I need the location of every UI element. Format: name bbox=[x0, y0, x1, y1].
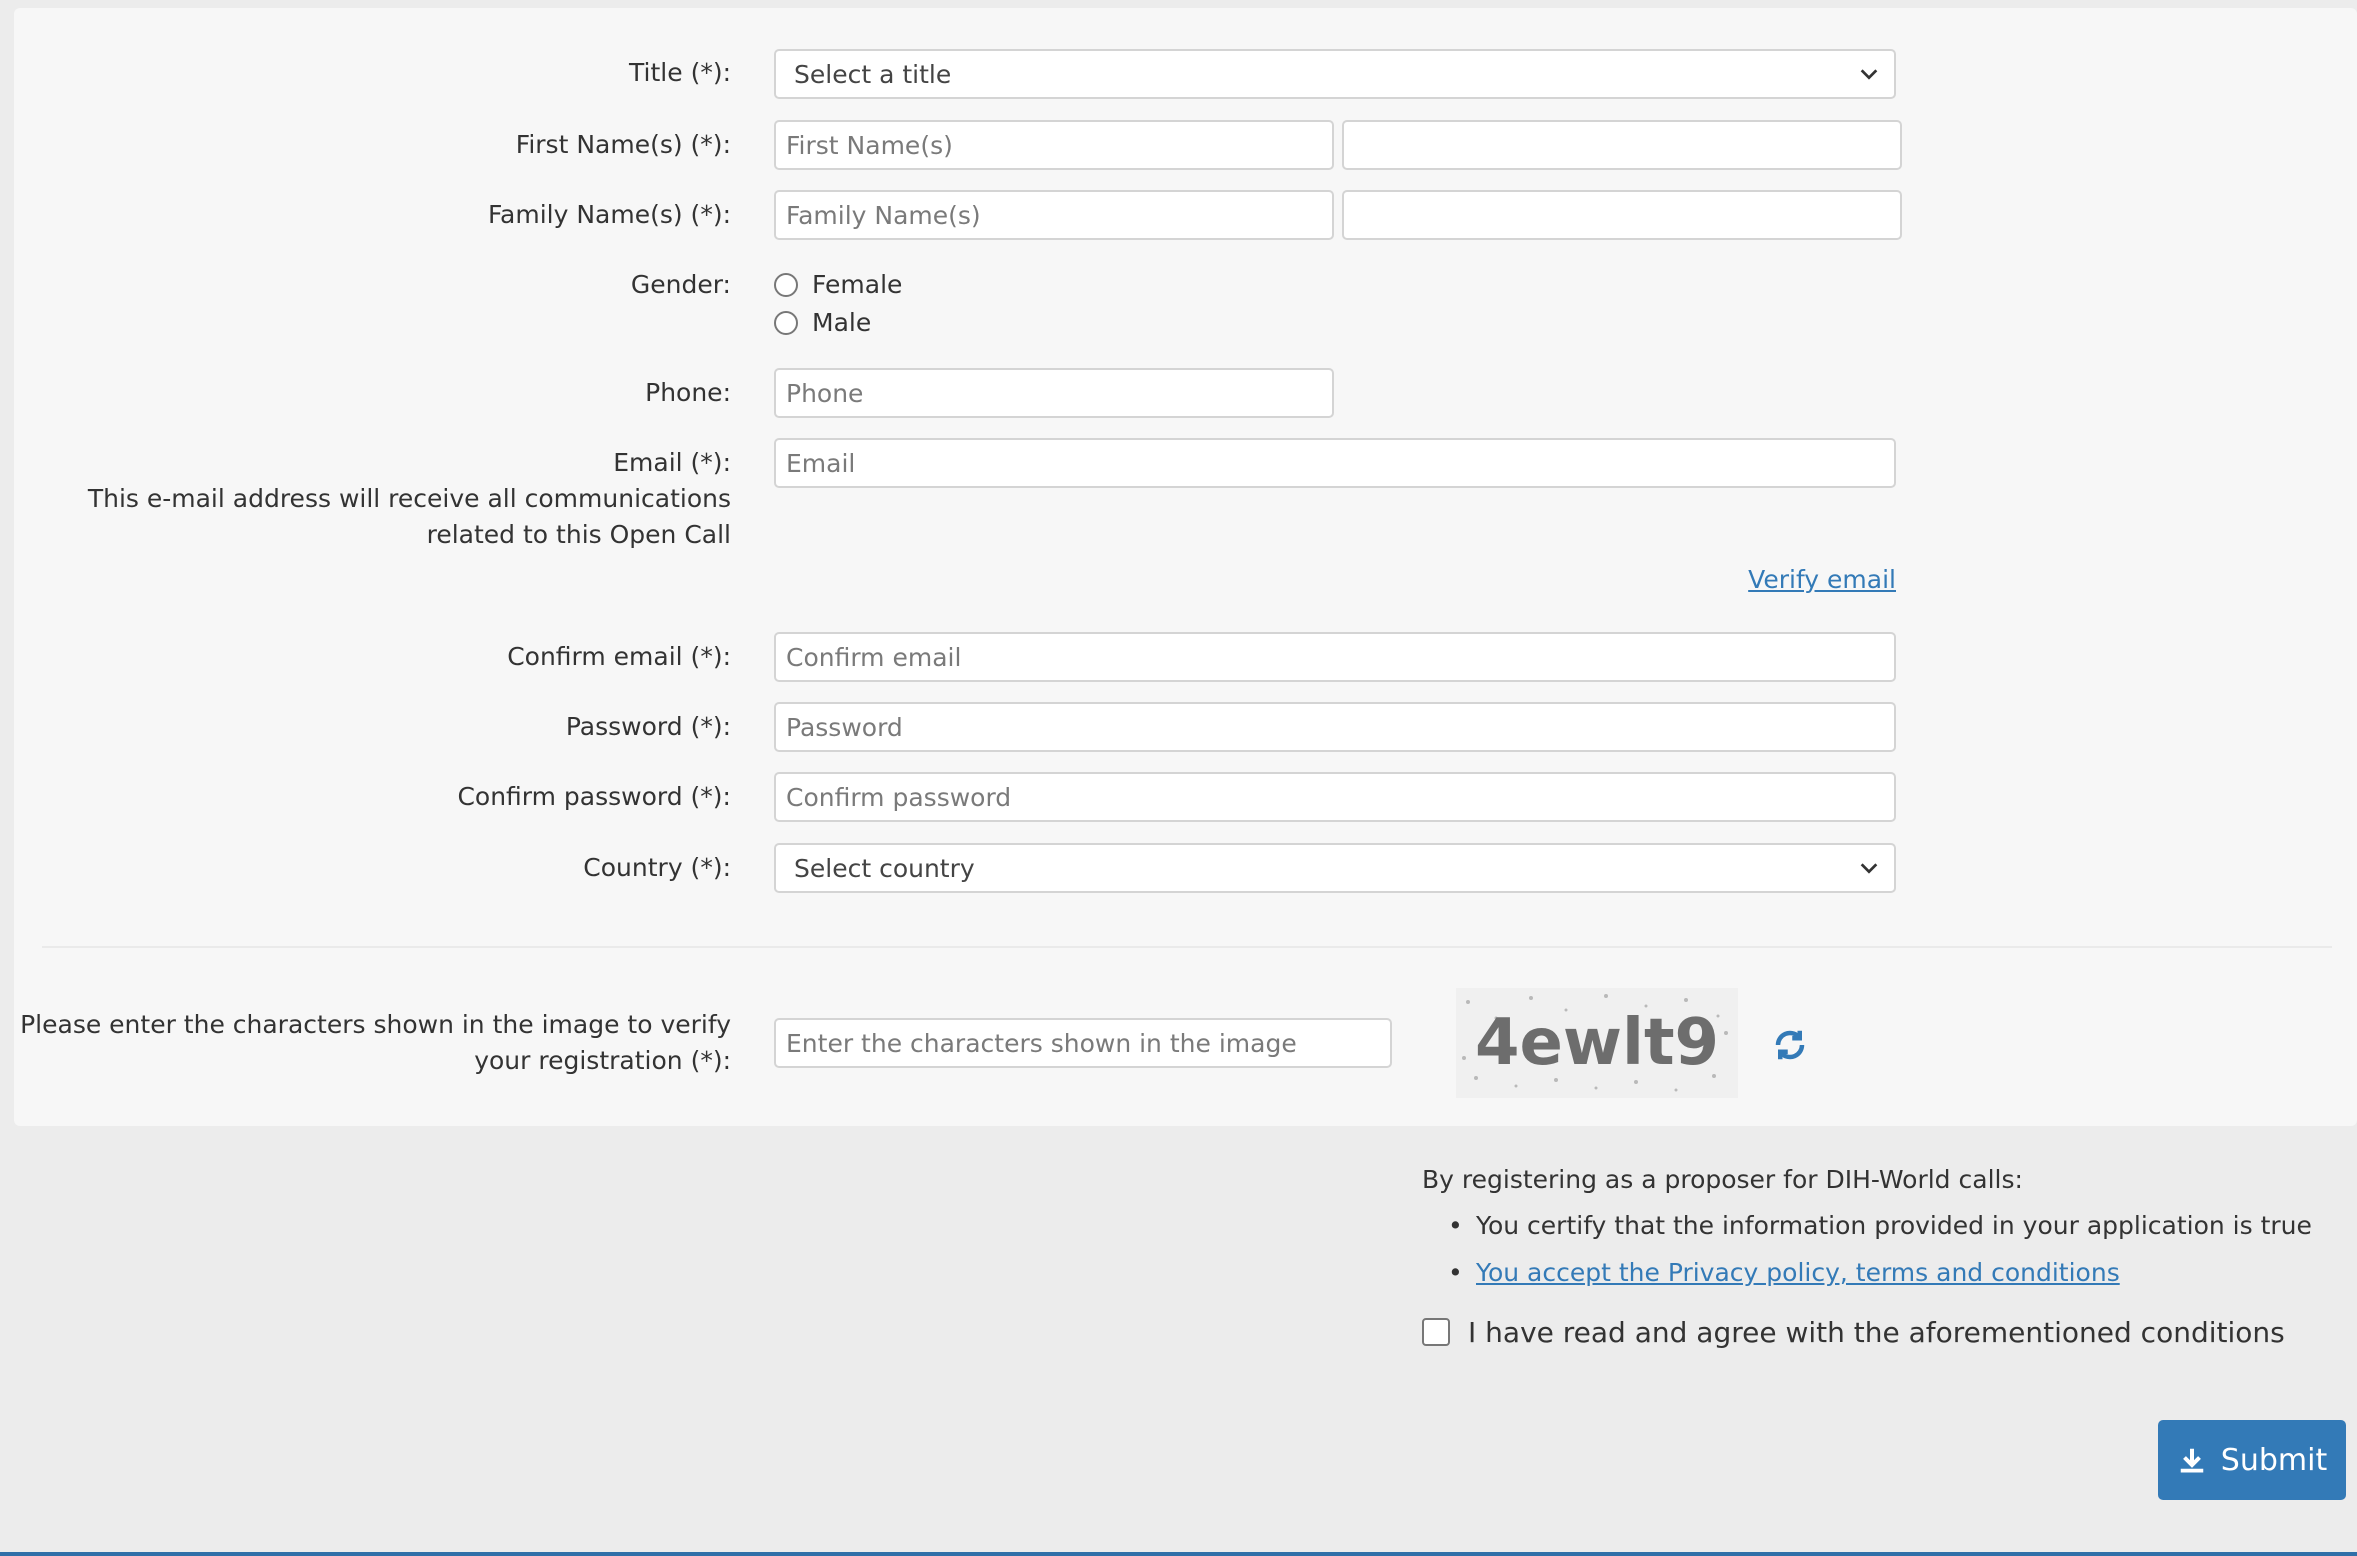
female-radio[interactable] bbox=[774, 272, 798, 297]
registration-form-panel bbox=[14, 8, 2357, 1126]
captcha-text: 4ewlt9 bbox=[1475, 1006, 1719, 1080]
chevron-down-icon bbox=[1860, 863, 1878, 874]
password-input[interactable] bbox=[774, 702, 1896, 752]
captcha-image: 4ewlt9 bbox=[1456, 988, 1738, 1098]
agree-label: I have read and agree with the aforement… bbox=[1468, 1316, 2285, 1349]
country-select-value: Select country bbox=[794, 853, 975, 883]
phone-input[interactable] bbox=[774, 368, 1334, 418]
condition-item-certify: You certify that the information provide… bbox=[1448, 1211, 2312, 1240]
gender-label: Gender: bbox=[630, 270, 731, 299]
title-label: Title (*): bbox=[629, 58, 731, 87]
email-label: Email (*): bbox=[613, 448, 731, 477]
male-label: Male bbox=[812, 308, 872, 337]
captcha-input[interactable] bbox=[774, 1018, 1392, 1068]
first-name-label: First Name(s) (*): bbox=[515, 130, 731, 159]
verify-email-link[interactable]: Verify email bbox=[1748, 565, 1896, 594]
female-label: Female bbox=[812, 270, 903, 299]
country-select[interactable]: Select country bbox=[774, 843, 1896, 893]
first-name-extra-input[interactable] bbox=[1342, 120, 1902, 170]
confirm-password-label: Confirm password (*): bbox=[457, 782, 731, 811]
password-label: Password (*): bbox=[565, 712, 731, 741]
captcha-noise: 4ewlt9 bbox=[1462, 994, 1728, 1092]
submit-label: Submit bbox=[2220, 1442, 2328, 1478]
download-icon bbox=[2180, 1448, 2204, 1473]
title-select[interactable]: Select a title bbox=[774, 49, 1896, 99]
family-name-extra-input[interactable] bbox=[1342, 190, 1902, 240]
email-input[interactable] bbox=[774, 438, 1896, 488]
bottom-border bbox=[0, 1552, 2357, 1556]
captcha-label: Please enter the characters shown in the… bbox=[20, 1010, 731, 1075]
family-name-label: Family Name(s) (*): bbox=[487, 200, 731, 229]
family-name-input[interactable] bbox=[774, 190, 1334, 240]
confirm-password-input[interactable] bbox=[774, 772, 1896, 822]
country-label: Country (*): bbox=[583, 853, 731, 882]
chevron-down-icon bbox=[1860, 69, 1878, 80]
gender-option-female[interactable]: Female bbox=[774, 270, 902, 299]
male-radio[interactable] bbox=[774, 310, 798, 335]
title-select-value: Select a title bbox=[794, 59, 952, 89]
confirm-email-input[interactable] bbox=[774, 632, 1896, 682]
agree-checkbox[interactable] bbox=[1422, 1318, 1450, 1346]
email-note: This e-mail address will receive all com… bbox=[87, 484, 731, 549]
refresh-icon[interactable] bbox=[1772, 1027, 1808, 1063]
submit-button[interactable]: Submit bbox=[2158, 1420, 2346, 1500]
confirm-email-label: Confirm email (*): bbox=[507, 642, 731, 671]
form-divider bbox=[42, 946, 2332, 948]
gender-option-male[interactable]: Male bbox=[774, 308, 871, 337]
privacy-policy-link[interactable]: You accept the Privacy policy, terms and… bbox=[1448, 1258, 2120, 1287]
first-name-input[interactable] bbox=[774, 120, 1334, 170]
phone-label: Phone: bbox=[645, 378, 731, 407]
conditions-intro: By registering as a proposer for DIH-Wor… bbox=[1422, 1165, 2023, 1194]
